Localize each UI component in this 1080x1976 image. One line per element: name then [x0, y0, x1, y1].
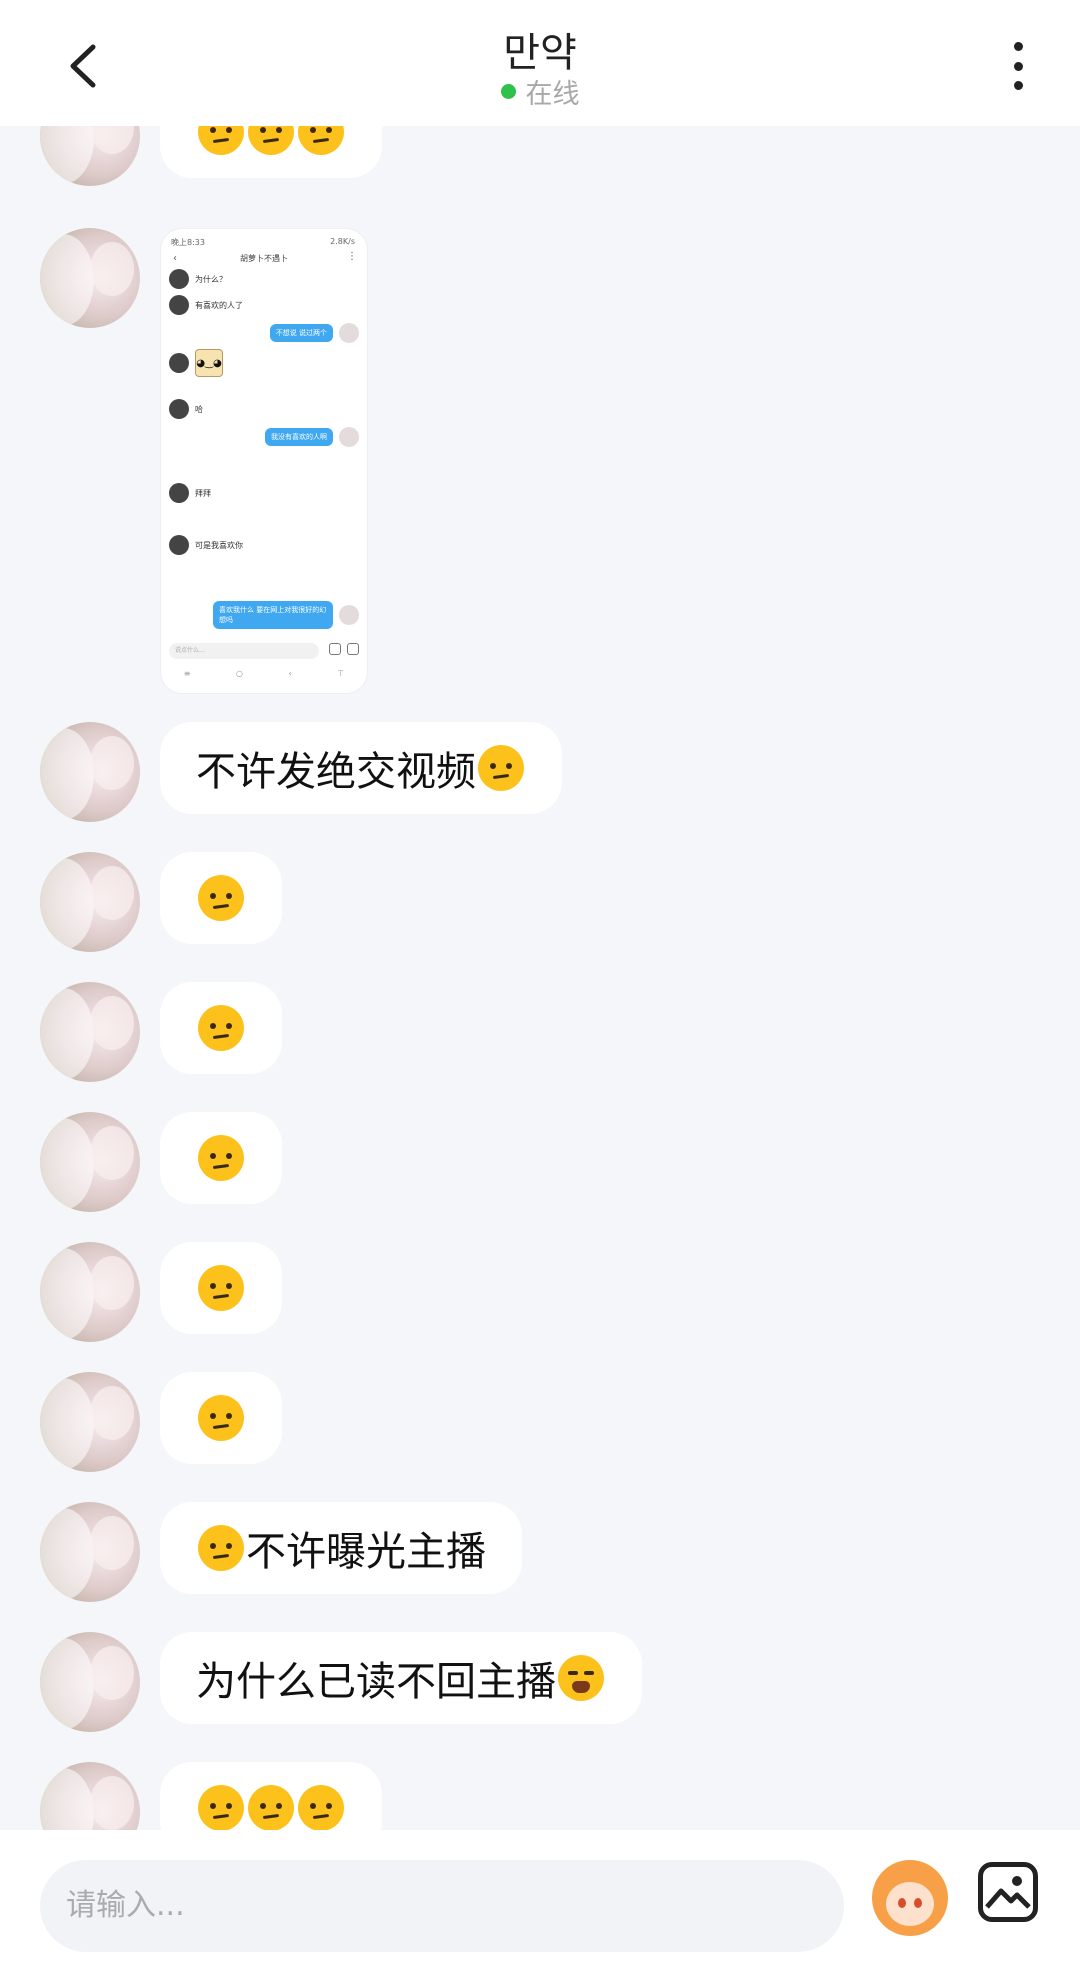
screenshot-net: 2.8K/s	[330, 237, 355, 246]
online-status: 在线	[0, 72, 1080, 111]
message-text: 不许曝光主播	[246, 1529, 486, 1575]
avatar[interactable]	[40, 982, 140, 1082]
online-status-text: 在线	[525, 79, 580, 110]
pouting-face-emoji	[248, 1785, 294, 1830]
contact-name: 만약	[503, 30, 577, 76]
message-bubble[interactable]: 不许曝光主播	[160, 1502, 522, 1594]
message-bubble[interactable]	[160, 1112, 282, 1204]
pouting-face-emoji	[298, 1785, 344, 1830]
screenshot-row: ◕‿◕	[169, 349, 223, 377]
avatar[interactable]	[40, 1372, 140, 1472]
screenshot-row: 有喜欢的人了	[169, 295, 243, 315]
pouting-face-emoji	[248, 126, 294, 155]
screenshot-row: 喜欢我什么 要在网上对我很好的幻想吗	[213, 601, 359, 629]
message-bubble[interactable]	[160, 126, 382, 178]
screenshot-input-icons	[329, 643, 359, 655]
avatar[interactable]	[40, 1502, 140, 1602]
screenshot-row: 我没有喜欢的人啊	[265, 427, 359, 447]
pouting-face-emoji	[298, 126, 344, 155]
avatar[interactable]	[40, 1112, 140, 1212]
message-bubble[interactable]	[160, 1242, 282, 1334]
chat-header: 만약 在线	[0, 0, 1080, 126]
avatar[interactable]	[40, 1242, 140, 1342]
message-row: 不许曝光主播	[40, 1502, 522, 1602]
avatar[interactable]	[40, 722, 140, 822]
message-input[interactable]: 请输入...	[40, 1860, 844, 1952]
pouting-face-emoji	[198, 1005, 244, 1051]
screenshot-row: 拜拜	[169, 483, 211, 503]
screenshot-title: 胡萝卜不遇卜	[240, 254, 288, 263]
avatar[interactable]	[40, 1632, 140, 1732]
avatar[interactable]	[40, 852, 140, 952]
pouting-face-emoji	[198, 1785, 244, 1830]
pouting-face-emoji	[198, 1265, 244, 1311]
message-row	[40, 982, 282, 1082]
pouting-face-emoji	[478, 745, 524, 791]
message-row: 晚上8:33 2.8K/s ‹ 胡萝卜不遇卜 ⋮ 为什么？ 有喜欢的人了 不想说…	[40, 228, 368, 694]
message-bubble[interactable]	[160, 1372, 282, 1464]
screenshot-more-icon: ⋮	[347, 251, 357, 262]
screenshot-time: 晚上8:33	[171, 238, 205, 247]
message-text: 不许发绝交视频	[196, 749, 476, 795]
avatar[interactable]	[40, 228, 140, 328]
image-icon	[985, 1876, 1031, 1909]
pouting-face-emoji	[198, 1395, 244, 1441]
message-bubble[interactable]: 为什么已读不回主播	[160, 1632, 642, 1724]
message-row	[40, 126, 382, 186]
message-row	[40, 1762, 382, 1830]
pouting-face-emoji	[198, 1135, 244, 1181]
screenshot-image-message[interactable]: 晚上8:33 2.8K/s ‹ 胡萝卜不遇卜 ⋮ 为什么？ 有喜欢的人了 不想说…	[160, 228, 368, 694]
sticker-button[interactable]	[872, 1860, 948, 1936]
pouting-face-emoji	[198, 126, 244, 155]
message-text: 为什么已读不回主播	[196, 1659, 556, 1705]
message-bubble[interactable]	[160, 1762, 382, 1830]
message-bubble[interactable]	[160, 982, 282, 1074]
pouting-face-emoji	[198, 1525, 244, 1571]
message-row	[40, 1242, 282, 1342]
image-button[interactable]	[978, 1862, 1038, 1922]
avatar[interactable]	[40, 126, 140, 186]
message-bubble[interactable]	[160, 852, 282, 944]
more-options-button[interactable]	[1008, 42, 1028, 90]
crying-face-emoji	[558, 1655, 604, 1701]
pouting-face-emoji	[198, 875, 244, 921]
screenshot-row: 可是我喜欢你	[169, 535, 243, 555]
message-list[interactable]: 晚上8:33 2.8K/s ‹ 胡萝卜不遇卜 ⋮ 为什么？ 有喜欢的人了 不想说…	[0, 126, 1080, 1830]
message-row: 不许发绝交视频	[40, 722, 562, 822]
message-row	[40, 1112, 282, 1212]
monkey-face-icon	[886, 1882, 934, 1926]
message-row: 为什么已读不回主播	[40, 1632, 642, 1732]
screenshot-row: 不想说 说过两个	[269, 323, 359, 343]
online-dot-icon	[500, 84, 516, 99]
vertical-dots-icon	[1013, 42, 1023, 51]
screenshot-input: 说点什么...	[169, 643, 319, 659]
message-row	[40, 852, 282, 952]
screenshot-row: 为什么？	[169, 269, 227, 289]
message-row	[40, 1372, 282, 1472]
avatar[interactable]	[40, 1762, 140, 1830]
input-bar: 请输入...	[0, 1830, 1080, 1976]
message-bubble[interactable]: 不许发绝交视频	[160, 722, 562, 814]
screenshot-nav: ≡ ○ ‹ ⊤	[183, 669, 345, 678]
screenshot-row: 哈	[169, 399, 203, 419]
